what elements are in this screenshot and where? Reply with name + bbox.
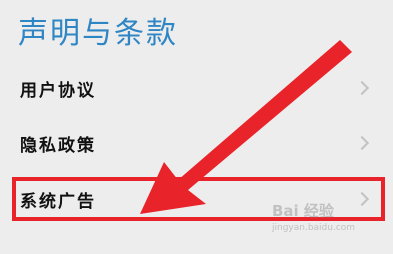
- watermark-text: Bai 经验: [272, 202, 334, 220]
- watermark-url: jingyan.baidu.com: [272, 223, 356, 233]
- watermark: Bai 经验 jingyan.baidu.com: [272, 200, 355, 233]
